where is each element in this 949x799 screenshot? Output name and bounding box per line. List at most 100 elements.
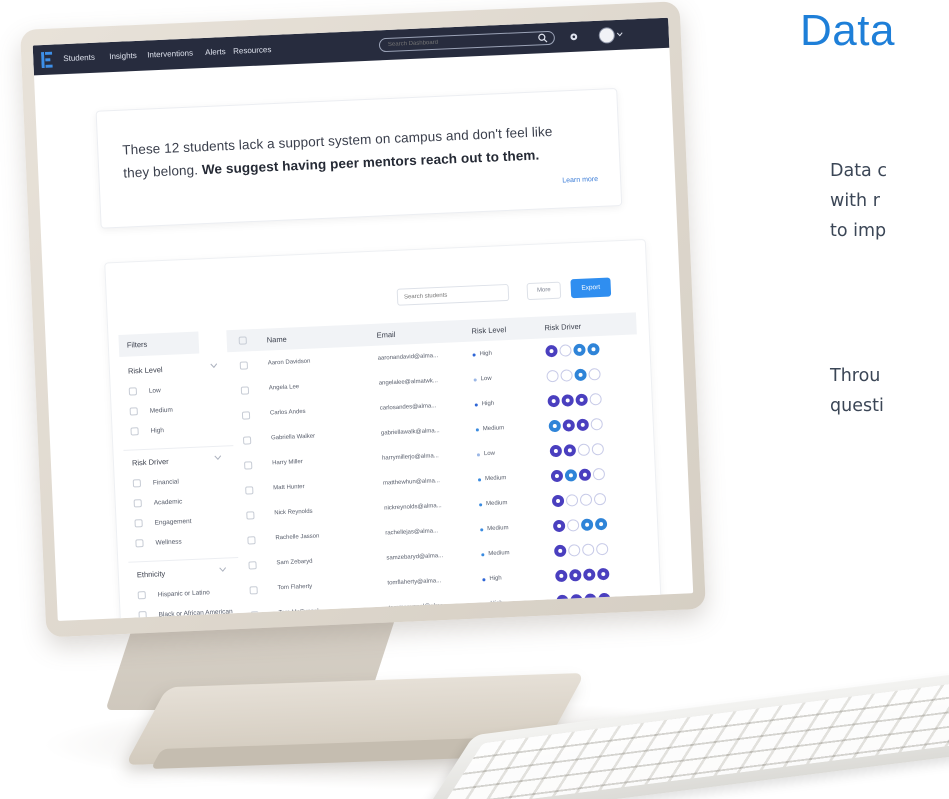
filter-option[interactable]: High <box>130 417 233 441</box>
risk-level-label: Medium <box>488 550 510 558</box>
row-checkbox[interactable] <box>247 536 256 545</box>
nav-students[interactable]: Students <box>63 53 95 63</box>
chevron-down-icon[interactable] <box>616 32 623 37</box>
app-logo-icon[interactable] <box>40 51 54 69</box>
student-name[interactable]: Harry Miller <box>272 459 303 466</box>
nav-alerts[interactable]: Alerts <box>205 47 226 57</box>
filter-checkbox[interactable] <box>134 519 143 528</box>
scene: Students Insights Interventions Alerts R… <box>0 0 949 799</box>
risk-driver-icon <box>587 343 600 356</box>
risk-driver-glyph <box>552 423 557 429</box>
export-button[interactable]: Export <box>570 277 612 299</box>
filter-checkbox[interactable] <box>130 427 139 436</box>
risk-level-label: Medium <box>482 425 505 433</box>
risk-level-dot <box>477 477 482 481</box>
section-paragraph-line: questi <box>830 396 884 416</box>
student-name[interactable]: Nick Reynolds <box>274 509 313 517</box>
filter-checkbox[interactable] <box>135 539 144 548</box>
risk-level-label: High <box>479 350 493 358</box>
risk-level: Medium <box>480 525 509 532</box>
risk-driver-glyph <box>551 398 556 404</box>
nav-interventions[interactable]: Interventions <box>147 48 193 59</box>
risk-driver-icons <box>549 442 606 458</box>
filter-option-label: Hispanic or Latino <box>157 588 210 599</box>
chevron-down-icon[interactable] <box>210 363 218 369</box>
row-checkbox[interactable] <box>245 486 254 495</box>
risk-level-label: Medium <box>487 525 509 533</box>
column-risk-driver[interactable]: Risk Driver <box>544 322 581 333</box>
column-risk-level[interactable]: Risk Level <box>471 325 506 336</box>
student-name[interactable]: Carlos Andes <box>270 409 306 417</box>
student-name[interactable]: Rachelle Jasson <box>275 533 319 541</box>
chevron-down-icon[interactable] <box>219 566 227 572</box>
learn-more-link[interactable]: Learn more <box>562 176 598 185</box>
student-name[interactable]: Sam Zebaryd <box>276 559 312 567</box>
risk-level: Medium <box>475 425 505 433</box>
row-checkbox[interactable] <box>246 511 255 520</box>
risk-driver-icon <box>575 393 588 407</box>
students-search-input[interactable] <box>396 283 510 306</box>
risk-driver-glyph <box>585 522 590 527</box>
row-checkbox[interactable] <box>244 461 253 470</box>
risk-driver-icon <box>566 519 580 532</box>
risk-driver-icon <box>569 569 582 582</box>
risk-driver-glyph <box>578 372 583 377</box>
risk-level-dot <box>476 452 481 456</box>
filter-option-label: Engagement <box>154 517 192 527</box>
section-paragraph-line: Throu <box>830 366 881 386</box>
filter-option[interactable]: Wellness <box>135 529 238 553</box>
row-checkbox[interactable] <box>240 386 250 395</box>
student-name[interactable]: Angela Lee <box>269 384 300 391</box>
user-avatar[interactable] <box>598 27 616 44</box>
filter-checkbox[interactable] <box>137 591 146 600</box>
student-name[interactable]: Gabriella Walker <box>271 434 315 442</box>
risk-level: High <box>472 351 492 358</box>
risk-driver-glyph <box>554 473 560 479</box>
risk-level-dot <box>480 527 484 531</box>
risk-driver-icon <box>560 369 573 382</box>
risk-driver-glyph <box>559 573 564 578</box>
risk-driver-icon <box>589 392 602 406</box>
risk-driver-icon <box>552 519 566 533</box>
row-checkbox[interactable] <box>249 586 258 595</box>
row-checkbox[interactable] <box>242 436 252 445</box>
more-button[interactable]: More <box>526 281 562 301</box>
filter-checkbox[interactable] <box>129 407 138 416</box>
risk-driver-icon <box>555 569 568 583</box>
risk-level: Medium <box>479 500 508 507</box>
student-name[interactable]: Aaron Davidson <box>268 359 311 367</box>
row-checkbox[interactable] <box>241 411 251 420</box>
dashboard-search[interactable] <box>378 30 556 53</box>
select-all-checkbox[interactable] <box>238 336 247 345</box>
banner-line2-plain: they belong. <box>123 162 199 181</box>
filter-checkbox[interactable] <box>128 387 138 396</box>
risk-driver-icon <box>561 394 574 407</box>
column-name[interactable]: Name <box>267 335 287 345</box>
student-name[interactable]: Matt Hunter <box>273 484 305 491</box>
nav-resources[interactable]: Resources <box>233 45 272 56</box>
risk-driver-icon <box>580 518 594 531</box>
dashboard-search-input[interactable] <box>387 33 519 51</box>
student-email: carlosandes@alma... <box>379 403 437 412</box>
risk-driver-glyph <box>568 473 574 478</box>
filter-checkbox[interactable] <box>133 499 142 508</box>
row-checkbox[interactable] <box>248 561 257 570</box>
risk-driver-icon <box>567 544 581 557</box>
risk-level-dot <box>479 502 483 506</box>
column-email[interactable]: Email <box>376 330 395 340</box>
nav-insights[interactable]: Insights <box>109 51 137 61</box>
filter-option-label: Medium <box>149 406 173 415</box>
search-icon[interactable] <box>538 33 548 43</box>
risk-driver-icon <box>577 443 591 457</box>
section-paragraph-2: Throu questi <box>830 361 884 421</box>
risk-level-label: Medium <box>484 475 507 483</box>
settings-gear-icon[interactable] <box>569 32 579 42</box>
row-checkbox[interactable] <box>239 361 249 370</box>
risk-driver-glyph <box>549 349 554 354</box>
chevron-down-icon[interactable] <box>214 455 222 461</box>
filter-checkbox[interactable] <box>132 479 142 488</box>
risk-driver-icon <box>565 494 579 507</box>
risk-driver-icon <box>576 418 590 432</box>
student-name[interactable]: Tom Flaherty <box>277 584 312 592</box>
filter-option-label: Low <box>148 386 161 395</box>
